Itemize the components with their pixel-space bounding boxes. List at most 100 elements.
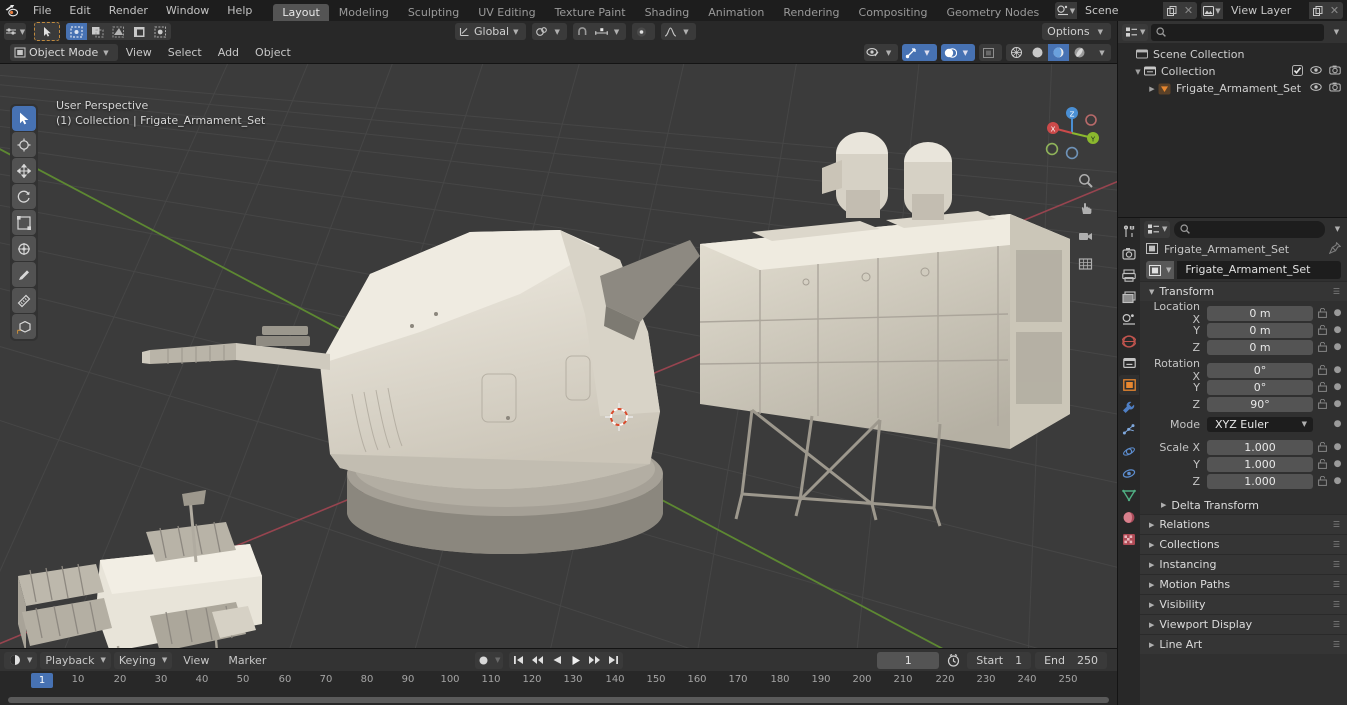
drag-handle[interactable]: ☰ <box>1333 600 1341 609</box>
lock-icon[interactable] <box>1316 442 1329 452</box>
rotation-mode-select[interactable]: XYZ Euler ▼ <box>1207 416 1313 432</box>
outliner-row-collection[interactable]: ▼ Collection <box>1118 63 1347 80</box>
properties-tab-collection[interactable] <box>1119 353 1139 373</box>
menu-render[interactable]: Render <box>100 0 157 21</box>
lock-icon[interactable] <box>1316 399 1329 409</box>
scene-selector[interactable]: ▼ Scene ✕ <box>1055 2 1197 19</box>
tab-sculpting[interactable]: Sculpting <box>399 4 468 21</box>
panel-header-delta-transform[interactable]: ▶ Delta Transform <box>1140 496 1347 514</box>
keying-menu[interactable]: Keying ▼ <box>113 651 173 669</box>
eye-icon[interactable] <box>1310 65 1322 78</box>
box-select-icon[interactable] <box>87 23 108 40</box>
outliner-search-input[interactable] <box>1151 23 1324 41</box>
move-tool[interactable] <box>12 158 36 183</box>
xray-toggle[interactable] <box>979 44 1002 61</box>
menu-window[interactable]: Window <box>157 0 218 21</box>
scale-tool[interactable] <box>12 210 36 235</box>
lock-icon[interactable] <box>1316 342 1329 352</box>
select-intersect-icon[interactable] <box>150 23 171 40</box>
tab-texture-paint[interactable]: Texture Paint <box>546 4 635 21</box>
play-icon[interactable] <box>566 652 585 669</box>
location-x-field[interactable]: 0 m <box>1207 305 1313 321</box>
camera-icon[interactable] <box>1329 65 1341 78</box>
jump-to-start-icon[interactable] <box>509 652 528 669</box>
properties-tab-data[interactable] <box>1119 485 1139 505</box>
snap-toggle[interactable]: ▼ <box>572 23 627 40</box>
view-layer-selector[interactable]: ▼ View Layer ✕ <box>1201 2 1343 19</box>
playback-menu[interactable]: Playback ▼ <box>40 651 111 669</box>
jump-next-keyframe-icon[interactable] <box>585 652 604 669</box>
jump-to-end-icon[interactable] <box>604 652 623 669</box>
drag-handle[interactable]: ☰ <box>1333 287 1341 296</box>
timeline-menu-view[interactable]: View <box>175 652 217 669</box>
lock-icon[interactable] <box>1316 325 1329 335</box>
location-z-field[interactable]: 0 m <box>1207 339 1313 355</box>
animate-property-dot[interactable]: ● <box>1332 442 1343 452</box>
navigation-gizmo[interactable]: Z Y X <box>1041 102 1103 164</box>
expander-right-icon[interactable]: ▶ <box>1146 85 1158 93</box>
drag-handle[interactable]: ☰ <box>1333 620 1341 629</box>
cursor-tool[interactable] <box>12 132 36 157</box>
shading-options-dropdown[interactable]: ▼ <box>1090 44 1111 61</box>
object-name-field[interactable]: Frigate_Armament_Set <box>1177 261 1341 279</box>
annotate-tool[interactable] <box>12 262 36 287</box>
timeline-editor-icon[interactable]: ▼ <box>4 651 38 669</box>
tab-shading[interactable]: Shading <box>636 4 699 21</box>
drag-handle[interactable]: ☰ <box>1333 540 1341 549</box>
drag-handle[interactable]: ☰ <box>1333 520 1341 529</box>
new-scene-icon[interactable] <box>1163 2 1180 19</box>
tweak-tool[interactable] <box>12 106 36 131</box>
panel-header-collections[interactable]: ▶ Collections ☰ <box>1140 534 1347 554</box>
3d-viewport[interactable]: User Perspective (1) Collection | Frigat… <box>0 64 1117 660</box>
circle-select-icon[interactable] <box>108 23 129 40</box>
transform-orientation-selector[interactable]: Global ▼ <box>455 23 527 40</box>
tweak-select-icon[interactable] <box>66 23 87 40</box>
properties-search-input[interactable] <box>1174 220 1325 238</box>
scale-y-field[interactable]: 1.000 <box>1207 456 1313 472</box>
lock-icon[interactable] <box>1316 365 1329 375</box>
panel-header-line-art[interactable]: ▶ Line Art ☰ <box>1140 634 1347 654</box>
toggle-ortho-icon[interactable] <box>1075 254 1095 274</box>
animate-property-dot[interactable]: ● <box>1332 419 1343 429</box>
properties-filter-icon[interactable]: ▼ <box>1329 225 1343 233</box>
properties-tab-object[interactable] <box>1119 375 1139 395</box>
animate-property-dot[interactable]: ● <box>1332 325 1343 335</box>
viewport-menu-view[interactable]: View <box>118 42 160 63</box>
scale-x-field[interactable]: 1.000 <box>1207 439 1313 455</box>
eye-icon[interactable] <box>1310 82 1322 95</box>
timeline-menu-marker[interactable]: Marker <box>220 652 274 669</box>
viewport-menu-add[interactable]: Add <box>210 42 247 63</box>
animate-property-dot[interactable]: ● <box>1332 308 1343 318</box>
menu-file[interactable]: File <box>24 0 60 21</box>
timeline-ruler[interactable]: 1 10 20 30 40 50 60 70 80 90 100 110 120… <box>0 671 1117 693</box>
end-frame-field[interactable]: End 250 <box>1035 651 1107 669</box>
properties-tab-scene[interactable] <box>1119 309 1139 329</box>
auto-keying-toggle[interactable]: ▼ <box>475 651 504 669</box>
snapping-target-selector[interactable]: ▼ <box>532 23 567 40</box>
pan-icon[interactable] <box>1075 198 1095 218</box>
drag-handle[interactable]: ☰ <box>1333 580 1341 589</box>
panel-header-motion-paths[interactable]: ▶ Motion Paths ☰ <box>1140 574 1347 594</box>
animate-property-dot[interactable]: ● <box>1332 342 1343 352</box>
transform-tool[interactable] <box>12 236 36 261</box>
timeline-scrollbar[interactable] <box>0 695 1117 704</box>
outliner-row-frigate-armament-set[interactable]: ▶ Frigate_Armament_Set <box>1118 80 1347 97</box>
properties-tab-physics[interactable] <box>1119 441 1139 461</box>
measure-tool[interactable] <box>12 288 36 313</box>
solid-shading-icon[interactable] <box>1027 44 1048 61</box>
pin-icon[interactable] <box>1328 241 1342 257</box>
tab-compositing[interactable]: Compositing <box>850 4 937 21</box>
tab-uv-editing[interactable]: UV Editing <box>469 4 544 21</box>
jump-prev-keyframe-icon[interactable] <box>528 652 547 669</box>
animate-property-dot[interactable]: ● <box>1332 365 1343 375</box>
expander-down-icon[interactable]: ▼ <box>1132 68 1144 76</box>
proportional-edit-toggle[interactable] <box>632 23 656 40</box>
options-dropdown[interactable]: Options ▼ <box>1042 23 1111 40</box>
auto-key-icon[interactable] <box>943 653 963 667</box>
location-y-field[interactable]: 0 m <box>1207 322 1313 338</box>
tab-animation[interactable]: Animation <box>699 4 773 21</box>
play-reverse-icon[interactable] <box>547 652 566 669</box>
interaction-mode-selector[interactable]: Object Mode ▼ <box>10 44 118 61</box>
rendered-shading-icon[interactable] <box>1069 44 1090 61</box>
animate-property-dot[interactable]: ● <box>1332 459 1343 469</box>
